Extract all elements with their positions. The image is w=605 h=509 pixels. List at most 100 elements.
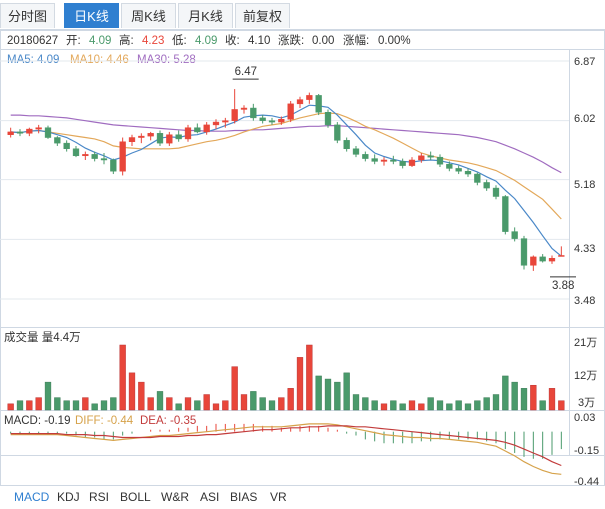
candle-body <box>343 140 350 150</box>
ma-legend: MA5: 4.09 MA10: 4.46 MA30: 5.28 <box>7 54 196 66</box>
price-annotation-label: 3.88 <box>552 280 574 292</box>
candle-body <box>390 159 397 162</box>
price-axis: 6.87 6.02 5.18 4.33 3.48 <box>574 56 595 307</box>
period-tab-bar: 分时图 日K线 周K线 月K线 前复权 <box>0 0 605 30</box>
tab-monthly-k[interactable]: 月K线 <box>178 3 233 28</box>
tab-rsi[interactable]: RSI <box>89 490 109 504</box>
macd-value: MACD: -0.19 <box>4 415 70 427</box>
volume-bar <box>54 397 61 411</box>
volume-bar <box>175 403 182 411</box>
candle-body <box>334 124 341 141</box>
volume-bar <box>156 391 164 411</box>
info-close: 4.10 <box>248 35 270 47</box>
volume-legend: 成交量 量4.4万 <box>4 330 81 344</box>
candle-body <box>54 137 61 144</box>
candle-body <box>492 187 500 197</box>
tab-macd[interactable]: MACD <box>14 490 49 504</box>
macd-tick: 0.03 <box>574 412 595 424</box>
macd-plot <box>10 423 562 475</box>
tab-vr[interactable]: VR <box>270 490 287 504</box>
candlestick <box>287 101 294 123</box>
volume-bar <box>446 403 453 411</box>
candle-body <box>100 158 108 161</box>
dea-value: DEA: -0.35 <box>140 415 196 427</box>
volume-bar <box>194 400 201 411</box>
volume-bar <box>399 403 406 411</box>
candle-body <box>7 131 14 135</box>
ma30-line <box>10 114 562 174</box>
info-open: 4.09 <box>89 35 111 47</box>
tab-asi[interactable]: ASI <box>200 490 219 504</box>
volume-bar <box>128 372 136 411</box>
candle-body <box>110 159 117 172</box>
candle-body <box>222 120 229 123</box>
candle-body <box>278 119 285 123</box>
candlestick <box>128 134 136 146</box>
candlestick <box>371 154 378 165</box>
info-low: 4.09 <box>195 35 217 47</box>
volume-bar <box>296 357 304 411</box>
candle-body <box>483 182 490 189</box>
info-date: 20180627 <box>7 35 58 47</box>
volume-bar <box>268 400 276 411</box>
volume-bar <box>436 400 444 411</box>
candlestick <box>250 103 257 121</box>
info-high-label: 高: <box>119 33 134 47</box>
volume-bar <box>231 366 238 411</box>
volume-bars <box>7 344 565 411</box>
tab-weekly-k[interactable]: 周K线 <box>121 3 176 28</box>
candlestick <box>184 124 192 142</box>
tab-bias[interactable]: BIAS <box>230 490 257 504</box>
candle-body <box>91 154 98 159</box>
candlestick <box>520 235 528 270</box>
volume-bar <box>184 397 192 411</box>
macd-legend: MACD: -0.19 DIFF: -0.44 DEA: -0.35 <box>4 415 196 427</box>
volume-tick: 3万 <box>578 397 595 409</box>
candle-body <box>138 135 145 138</box>
tab-wr[interactable]: W&R <box>161 490 189 504</box>
dea-line <box>10 425 562 467</box>
candle-body <box>212 121 220 126</box>
volume-bar <box>250 391 257 411</box>
candle-body <box>548 258 556 262</box>
volume-tick: 12万 <box>574 370 597 382</box>
candle-body <box>44 127 52 138</box>
ma5-legend: MA5: 4.09 <box>7 54 59 66</box>
volume-bar <box>362 397 369 411</box>
volume-bar <box>278 397 285 411</box>
volume-axis: 21万 12万 3万 <box>574 337 597 409</box>
candle-body <box>16 131 24 134</box>
tab-forward-adjust[interactable]: 前复权 <box>235 3 290 28</box>
grid-lines <box>0 60 569 300</box>
ma10-legend: MA10: 4.46 <box>70 54 129 66</box>
candle-body <box>63 142 70 150</box>
volume-tick: 21万 <box>574 337 597 349</box>
volume-bar <box>212 403 220 411</box>
diff-line <box>10 423 562 475</box>
candle-body <box>26 128 33 134</box>
indicator-tab-bar: MACD KDJ RSI BOLL W&R ASI BIAS VR <box>0 486 605 509</box>
tab-timeshare[interactable]: 分时图 <box>0 3 55 28</box>
candle-body <box>259 117 266 121</box>
candle-body <box>231 109 238 121</box>
volume-bar <box>502 375 509 411</box>
candlestick <box>539 254 546 263</box>
candlestick <box>436 154 444 168</box>
tab-boll[interactable]: BOLL <box>120 490 151 504</box>
price-tick: 6.87 <box>574 56 595 68</box>
tab-daily-k[interactable]: 日K线 <box>64 3 119 28</box>
candle-body <box>166 134 173 144</box>
info-change-label: 涨跌: <box>278 33 304 47</box>
tab-kdj[interactable]: KDJ <box>57 490 80 504</box>
candlestick <box>492 185 500 200</box>
candlestick <box>268 117 276 125</box>
candle-body <box>371 158 378 162</box>
info-open-label: 开: <box>66 35 81 47</box>
candle-body <box>502 196 509 232</box>
candlestick <box>474 172 481 186</box>
candle-body <box>268 120 276 123</box>
candle-body <box>287 103 294 120</box>
ma30-legend: MA30: 5.28 <box>137 54 196 66</box>
candle-body <box>35 127 42 130</box>
candle-body <box>427 155 434 158</box>
